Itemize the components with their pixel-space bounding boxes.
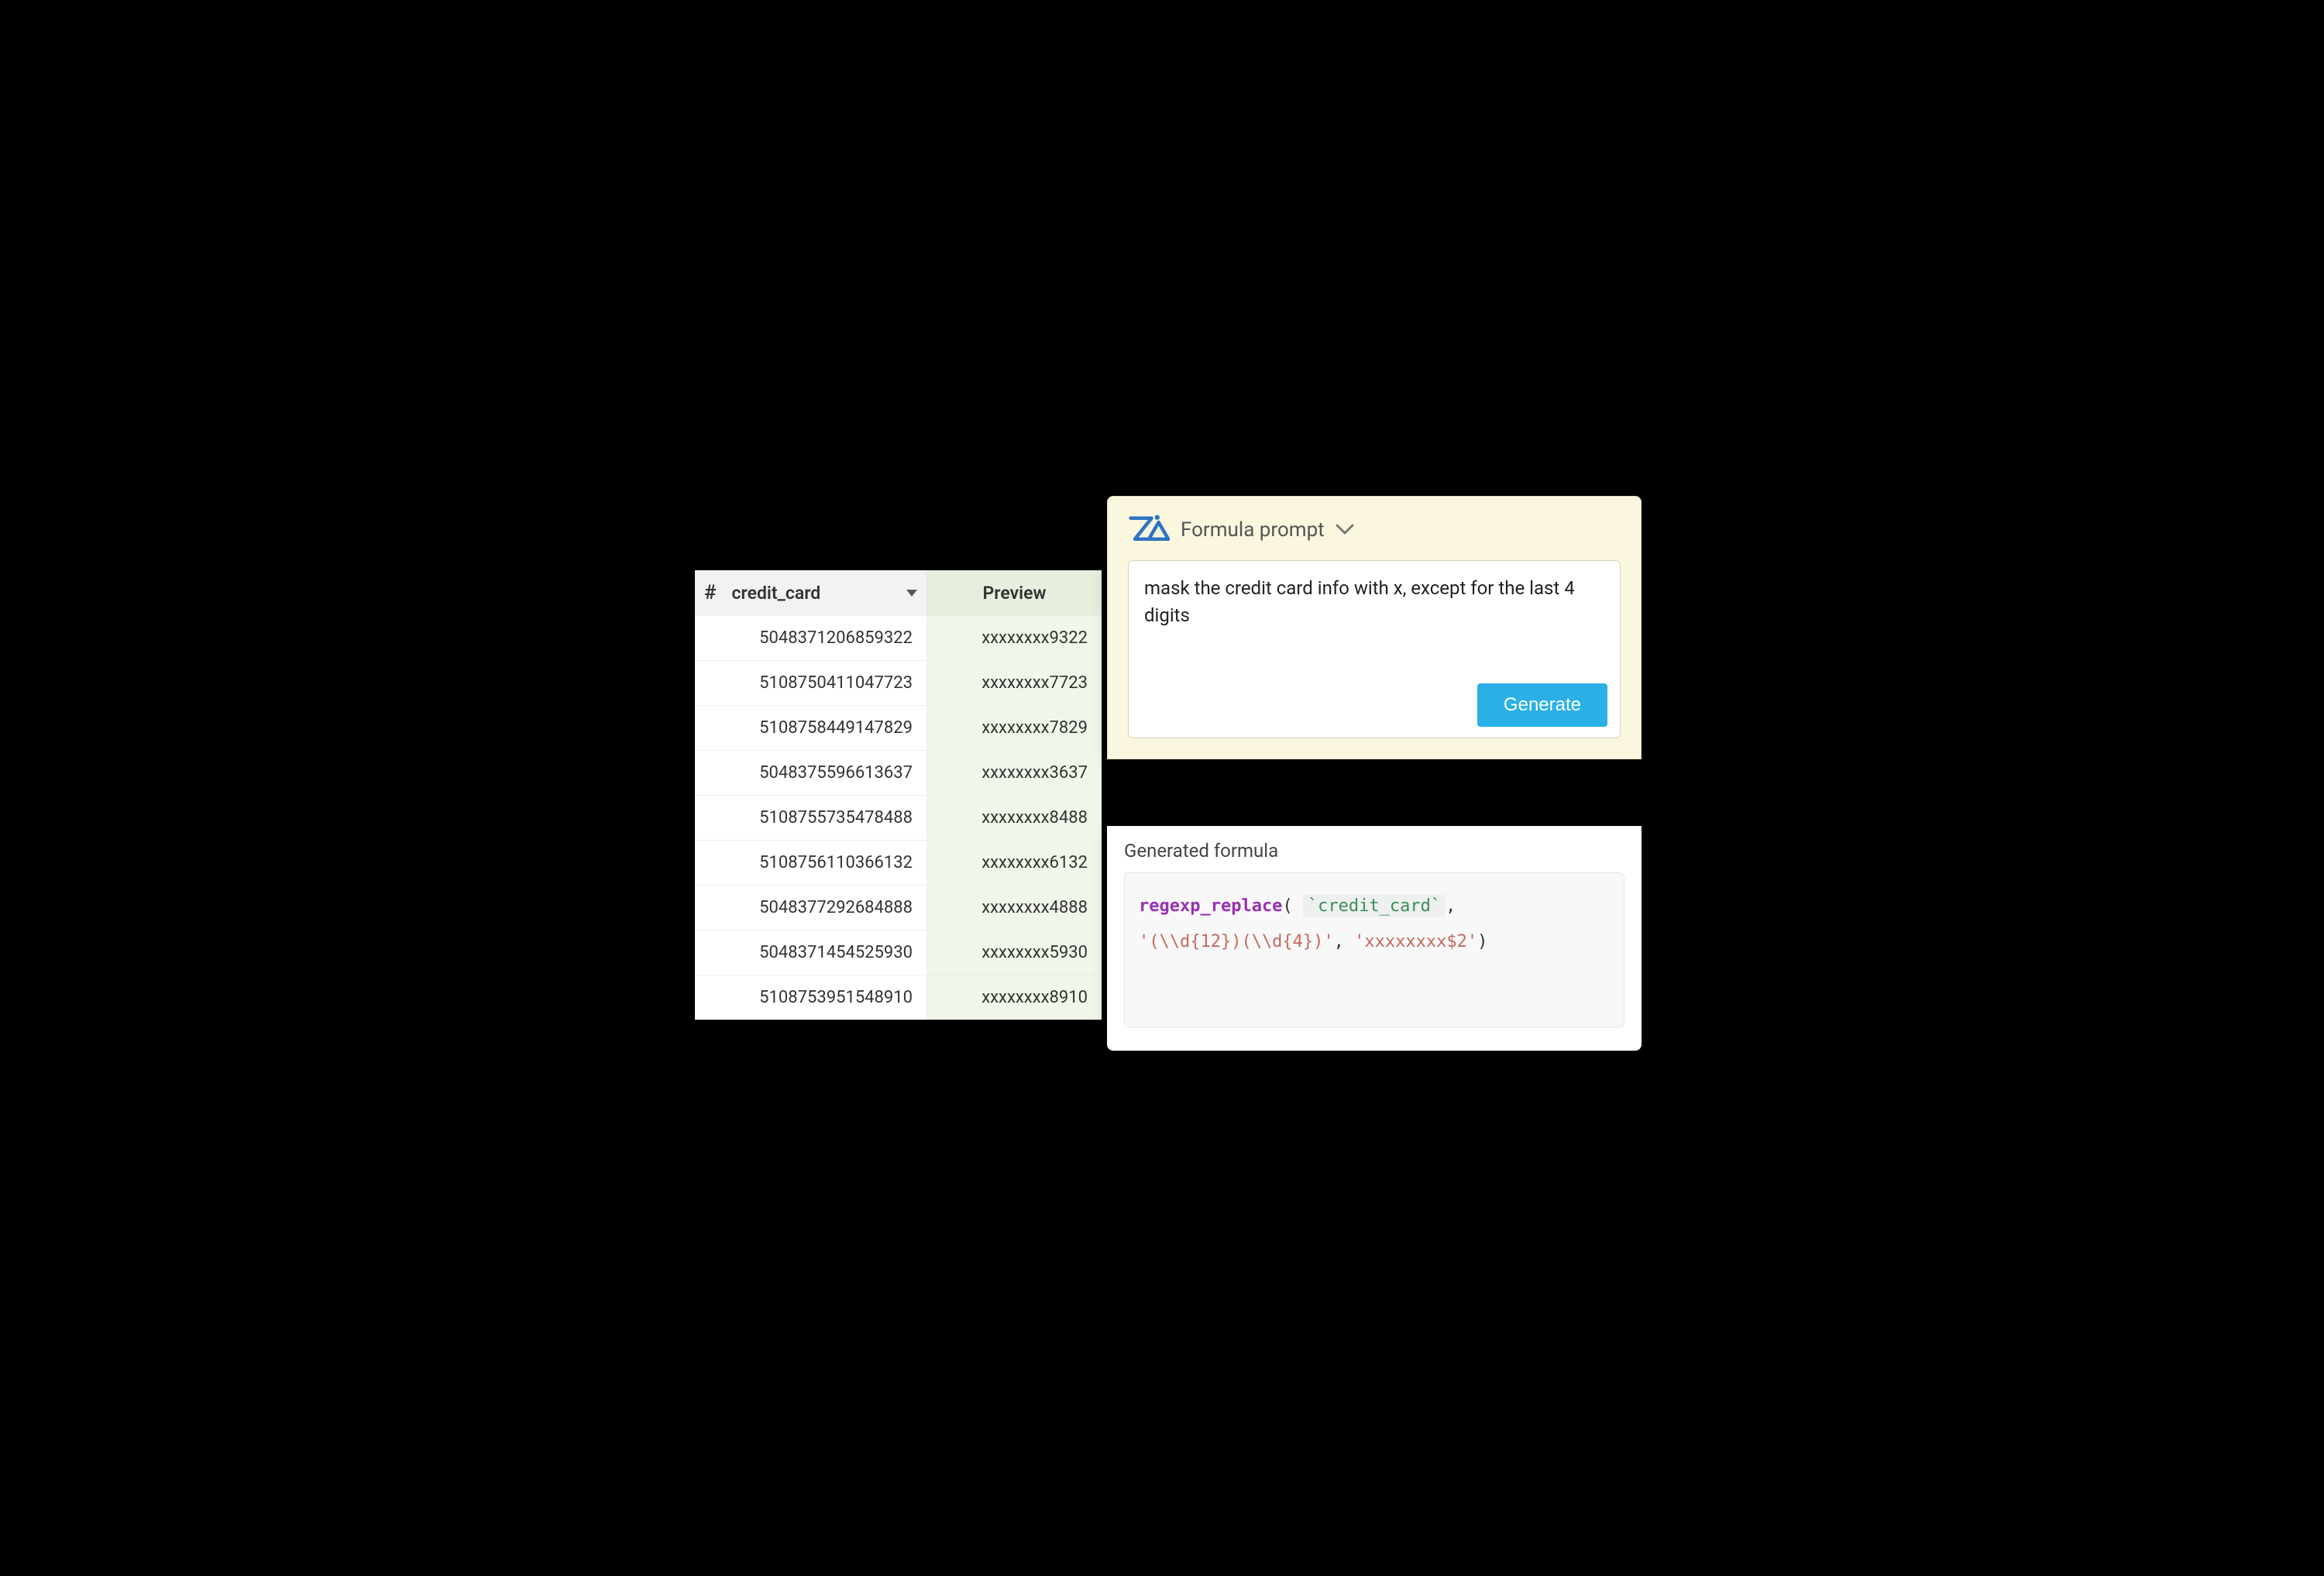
cell-preview: xxxxxxxx8488 [927,796,1102,840]
table-body: 5048371206859322xxxxxxxx9322510875041104… [695,615,1102,1020]
formula-token-column-chip: `credit_card` [1303,895,1446,917]
table-row[interactable]: 5108756110366132xxxxxxxx6132 [695,840,1102,885]
formula-token-punct: , [1334,932,1355,951]
cell-preview: xxxxxxxx8910 [927,976,1102,1020]
table-header-row: # credit_card Preview [695,570,1102,615]
cell-preview: xxxxxxxx9322 [927,616,1102,660]
prompt-text[interactable]: mask the credit card info with x, except… [1144,575,1604,629]
cell-credit-card: 5048371206859322 [695,616,927,660]
cell-credit-card: 5108755735478488 [695,796,927,840]
prompt-title: Formula prompt [1181,518,1325,542]
chevron-down-icon[interactable] [906,590,917,597]
formula-token-string: '(\\d{12})(\\d{4})' [1139,932,1334,951]
table-row[interactable]: 5108753951548910xxxxxxxx8910 [695,975,1102,1020]
cell-preview: xxxxxxxx7829 [927,706,1102,750]
data-table: # credit_card Preview 5048371206859322xx… [695,570,1102,1020]
cell-credit-card: 5108758449147829 [695,706,927,750]
formula-token-function: regexp_replace [1139,896,1282,916]
cell-credit-card: 5108750411047723 [695,661,927,705]
table-row[interactable]: 5108755735478488xxxxxxxx8488 [695,795,1102,840]
generate-button[interactable]: Generate [1477,683,1607,727]
column-header-credit-card[interactable]: # credit_card [695,570,927,615]
prompt-header[interactable]: Formula prompt [1128,512,1621,548]
table-row[interactable]: 5048377292684888xxxxxxxx4888 [695,885,1102,930]
cell-preview: xxxxxxxx3637 [927,751,1102,795]
column-header-label: credit_card [732,583,900,604]
generated-formula-panel: Generated formula regexp_replace( `credi… [1107,826,1642,1051]
zia-logo-icon [1128,512,1170,548]
formula-token-string: 'xxxxxxxx$2' [1354,932,1477,951]
formula-prompt-panel: Formula prompt mask the credit card info… [1107,496,1642,759]
prompt-input-box[interactable]: mask the credit card info with x, except… [1128,560,1621,738]
table-row[interactable]: 5108750411047723xxxxxxxx7723 [695,660,1102,705]
generated-formula-title: Generated formula [1124,840,1624,862]
table-row[interactable]: 5048371454525930xxxxxxxx5930 [695,930,1102,975]
column-header-label: Preview [983,583,1047,604]
formula-token-punct: ( [1282,896,1292,916]
cell-preview: xxxxxxxx7723 [927,661,1102,705]
formula-token-column: `credit_card` [1308,896,1441,916]
cell-preview: xxxxxxxx4888 [927,886,1102,930]
cell-credit-card: 5108753951548910 [695,976,927,1020]
cell-credit-card: 5108756110366132 [695,841,927,885]
cell-preview: xxxxxxxx5930 [927,931,1102,975]
formula-token-punct: ) [1477,932,1487,951]
table-row[interactable]: 5048371206859322xxxxxxxx9322 [695,615,1102,660]
cell-credit-card: 5048371454525930 [695,931,927,975]
cell-preview: xxxxxxxx6132 [927,841,1102,885]
cell-credit-card: 5048377292684888 [695,886,927,930]
formula-token-punct: , [1446,896,1456,916]
column-header-preview: Preview [927,570,1102,615]
cell-credit-card: 5048375596613637 [695,751,927,795]
chevron-down-icon[interactable] [1336,524,1354,536]
table-row[interactable]: 5108758449147829xxxxxxxx7829 [695,705,1102,750]
hash-icon: # [704,581,717,604]
formula-code[interactable]: regexp_replace( `credit_card`, '(\\d{12}… [1124,872,1624,1027]
table-row[interactable]: 5048375596613637xxxxxxxx3637 [695,750,1102,795]
